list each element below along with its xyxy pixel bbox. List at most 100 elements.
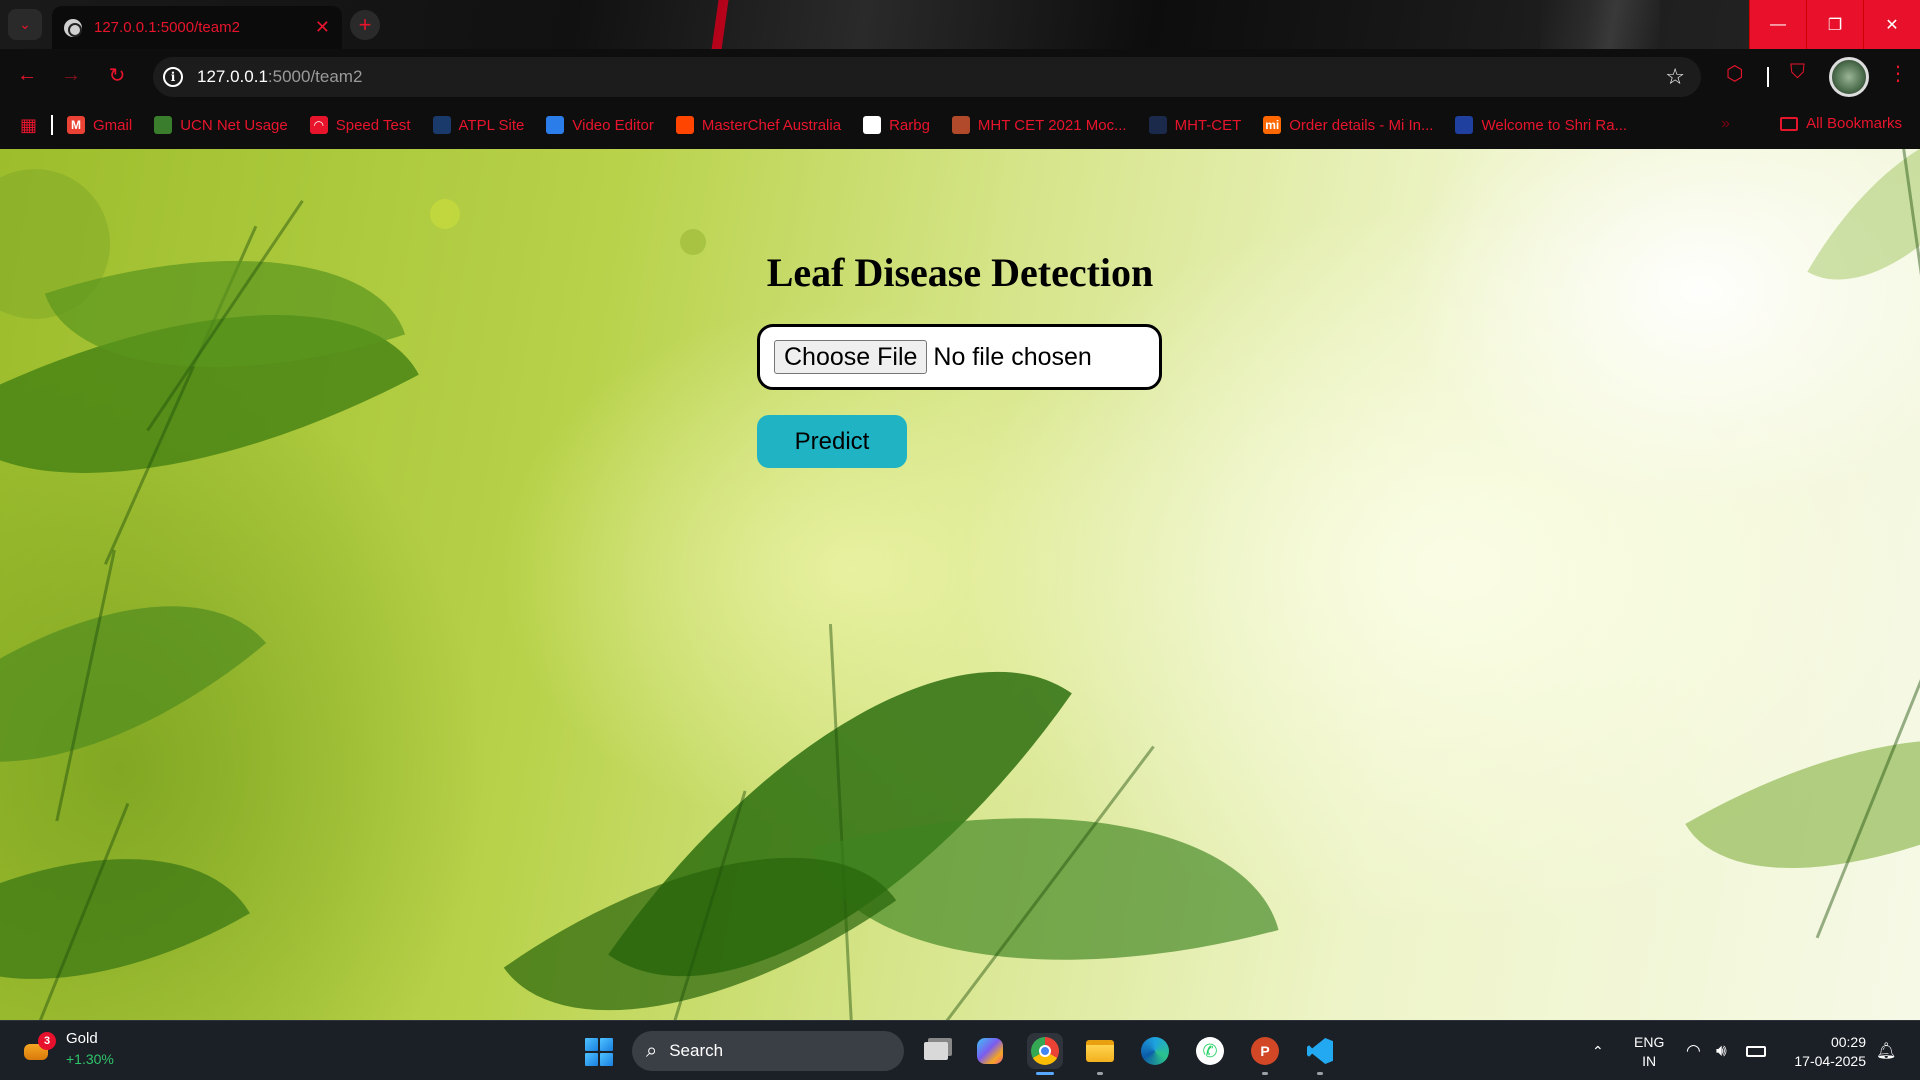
clock-date: 17-04-2025 <box>1794 1053 1866 1069</box>
tab-active[interactable]: 127.0.0.1:5000/team2 ✕ <box>52 6 342 49</box>
edge-icon[interactable] <box>1137 1033 1173 1069</box>
widget-value: +1.30% <box>66 1051 114 1067</box>
bookmark-item[interactable]: MHT-CET <box>1148 116 1242 134</box>
task-view-glyph <box>924 1042 948 1060</box>
forward-button[interactable]: → <box>58 62 84 88</box>
battery-glyph <box>1746 1045 1766 1057</box>
bookmark-label: MHT CET 2021 Moc... <box>977 116 1127 134</box>
choose-file-button[interactable]: Choose File <box>774 340 928 374</box>
system-clock[interactable]: 00:29 17-04-2025 <box>1786 1033 1866 1071</box>
gmail-icon: M <box>67 116 86 134</box>
tab-close-button[interactable]: ✕ <box>315 17 330 38</box>
tray-overflow-icon[interactable]: ⌃ <box>1592 1021 1604 1080</box>
running-indicator <box>1097 1072 1103 1075</box>
vscode-glyph <box>1307 1038 1333 1064</box>
reload-button[interactable]: ↻ <box>104 62 130 88</box>
all-bookmarks-button[interactable]: All Bookmarks <box>1780 115 1902 132</box>
site-info-icon[interactable]: i <box>163 67 183 87</box>
taskbar: 3 Gold +1.30% ⌕ Search ✆ P ⌃ ENG IN ◠ 🔊︎… <box>0 1020 1920 1080</box>
notification-bell-icon[interactable]: 🔔︎ <box>1876 1021 1896 1080</box>
bookmark-item[interactable]: mi Order details - Mi In... <box>1263 116 1433 134</box>
copilot-icon[interactable] <box>972 1033 1008 1069</box>
bookmark-item[interactable]: MHT CET 2021 Moc... <box>951 116 1127 134</box>
arrow-left-icon: ← <box>17 63 37 86</box>
powerpoint-glyph: P <box>1251 1037 1279 1065</box>
whatsapp-glyph: ✆ <box>1196 1037 1224 1065</box>
minimize-button[interactable]: — <box>1749 0 1806 49</box>
bookmark-item[interactable]: UCN Net Usage <box>154 116 288 134</box>
edge-glyph <box>1141 1037 1169 1065</box>
mhtcet-icon <box>951 116 970 134</box>
taskbar-search-placeholder: Search <box>669 1041 724 1060</box>
address-host: 127.0.0.1 <box>197 67 268 86</box>
battery-icon[interactable] <box>1746 1021 1766 1080</box>
wallpaper-streak <box>1540 0 1660 49</box>
wallpaper-streak <box>710 0 730 49</box>
predict-button[interactable]: Predict <box>757 415 907 468</box>
close-window-button[interactable]: ✕ <box>1863 0 1920 49</box>
apps-grid-icon[interactable]: ▦ <box>20 115 37 136</box>
whatsapp-icon[interactable]: ✆ <box>1192 1033 1228 1069</box>
new-tab-button[interactable]: + <box>350 10 380 40</box>
bookmark-label: MHT-CET <box>1174 116 1242 134</box>
powerpoint-icon[interactable]: P <box>1247 1033 1283 1075</box>
language-line-1: ENG <box>1634 1034 1665 1050</box>
chrome-icon[interactable] <box>1027 1033 1063 1075</box>
video-editor-icon <box>546 116 565 134</box>
tab-search-button[interactable]: ⌄ <box>8 9 42 40</box>
bookmark-item[interactable]: Rarbg <box>863 116 930 134</box>
windows-logo-icon <box>600 1053 613 1066</box>
bookmark-item[interactable]: ATPL Site <box>432 116 524 134</box>
address-bar[interactable]: i 127.0.0.1:5000/team2 ☆ <box>153 57 1701 97</box>
volume-icon[interactable]: 🔊︎ <box>1716 1021 1727 1080</box>
input-language[interactable]: ENG IN <box>1634 1033 1664 1071</box>
running-indicator <box>1036 1072 1054 1075</box>
wifi-icon[interactable]: ◠ <box>1686 1021 1701 1080</box>
toolbar-divider <box>1767 67 1769 87</box>
ucn-icon <box>154 116 173 134</box>
language-line-2: IN <box>1642 1053 1657 1069</box>
running-indicator <box>1262 1072 1268 1075</box>
bookmark-label: Speed Test <box>335 116 411 134</box>
folder-icon <box>1780 116 1799 131</box>
address-url[interactable]: 127.0.0.1:5000/team2 <box>197 67 362 87</box>
file-explorer-icon[interactable] <box>1082 1033 1118 1075</box>
profile-avatar[interactable] <box>1829 57 1869 97</box>
file-status-text: No file chosen <box>933 342 1092 371</box>
rarbg-icon <box>863 116 882 134</box>
start-button[interactable] <box>585 1038 613 1066</box>
arrow-right-icon: → <box>61 63 81 86</box>
taskbar-search[interactable]: ⌕ Search <box>632 1031 904 1071</box>
extensions-icon[interactable]: ⬡ <box>1726 61 1743 86</box>
address-path: :5000/team2 <box>267 67 363 86</box>
back-button[interactable]: ← <box>14 62 40 88</box>
chrome-glyph <box>1031 1037 1059 1065</box>
all-bookmarks-label: All Bookmarks <box>1806 115 1902 132</box>
bookmark-label: Video Editor <box>572 116 654 134</box>
bookmark-item[interactable]: MasterChef Australia <box>675 116 841 134</box>
windows-logo-icon <box>585 1053 598 1066</box>
bookmark-label: Gmail <box>93 116 133 134</box>
bookmark-star-icon[interactable]: ☆ <box>1665 64 1685 90</box>
menu-kebab-icon[interactable]: ⋮ <box>1888 61 1908 86</box>
page-title: Leaf Disease Detection <box>766 250 1154 295</box>
bookmark-item[interactable]: Welcome to Shri Ra... <box>1455 116 1627 134</box>
extension-shield-icon[interactable]: ⛉ <box>1790 61 1805 84</box>
bookmark-item[interactable]: Video Editor <box>546 116 654 134</box>
search-icon: ⌕ <box>646 1039 658 1062</box>
file-input[interactable]: Choose File No file chosen <box>757 324 1162 390</box>
restore-button[interactable]: ❐ <box>1806 0 1863 49</box>
reload-icon: ↻ <box>108 64 126 87</box>
reddit-icon <box>675 116 694 134</box>
bookmarks-overflow-icon[interactable]: » <box>1721 115 1730 133</box>
bookmark-item[interactable]: M Gmail <box>67 116 132 134</box>
bookmark-label: Order details - Mi In... <box>1289 116 1434 134</box>
copilot-glyph <box>977 1038 1003 1064</box>
speedtest-icon: ◠ <box>309 116 328 134</box>
widgets-button[interactable]: 3 Gold +1.30% <box>22 1029 114 1069</box>
vscode-icon[interactable] <box>1302 1033 1338 1075</box>
clock-time: 00:29 <box>1830 1034 1866 1050</box>
task-view-icon[interactable] <box>918 1033 954 1069</box>
bookmark-item[interactable]: ◠ Speed Test <box>309 116 411 134</box>
mi-icon: mi <box>1263 116 1282 134</box>
